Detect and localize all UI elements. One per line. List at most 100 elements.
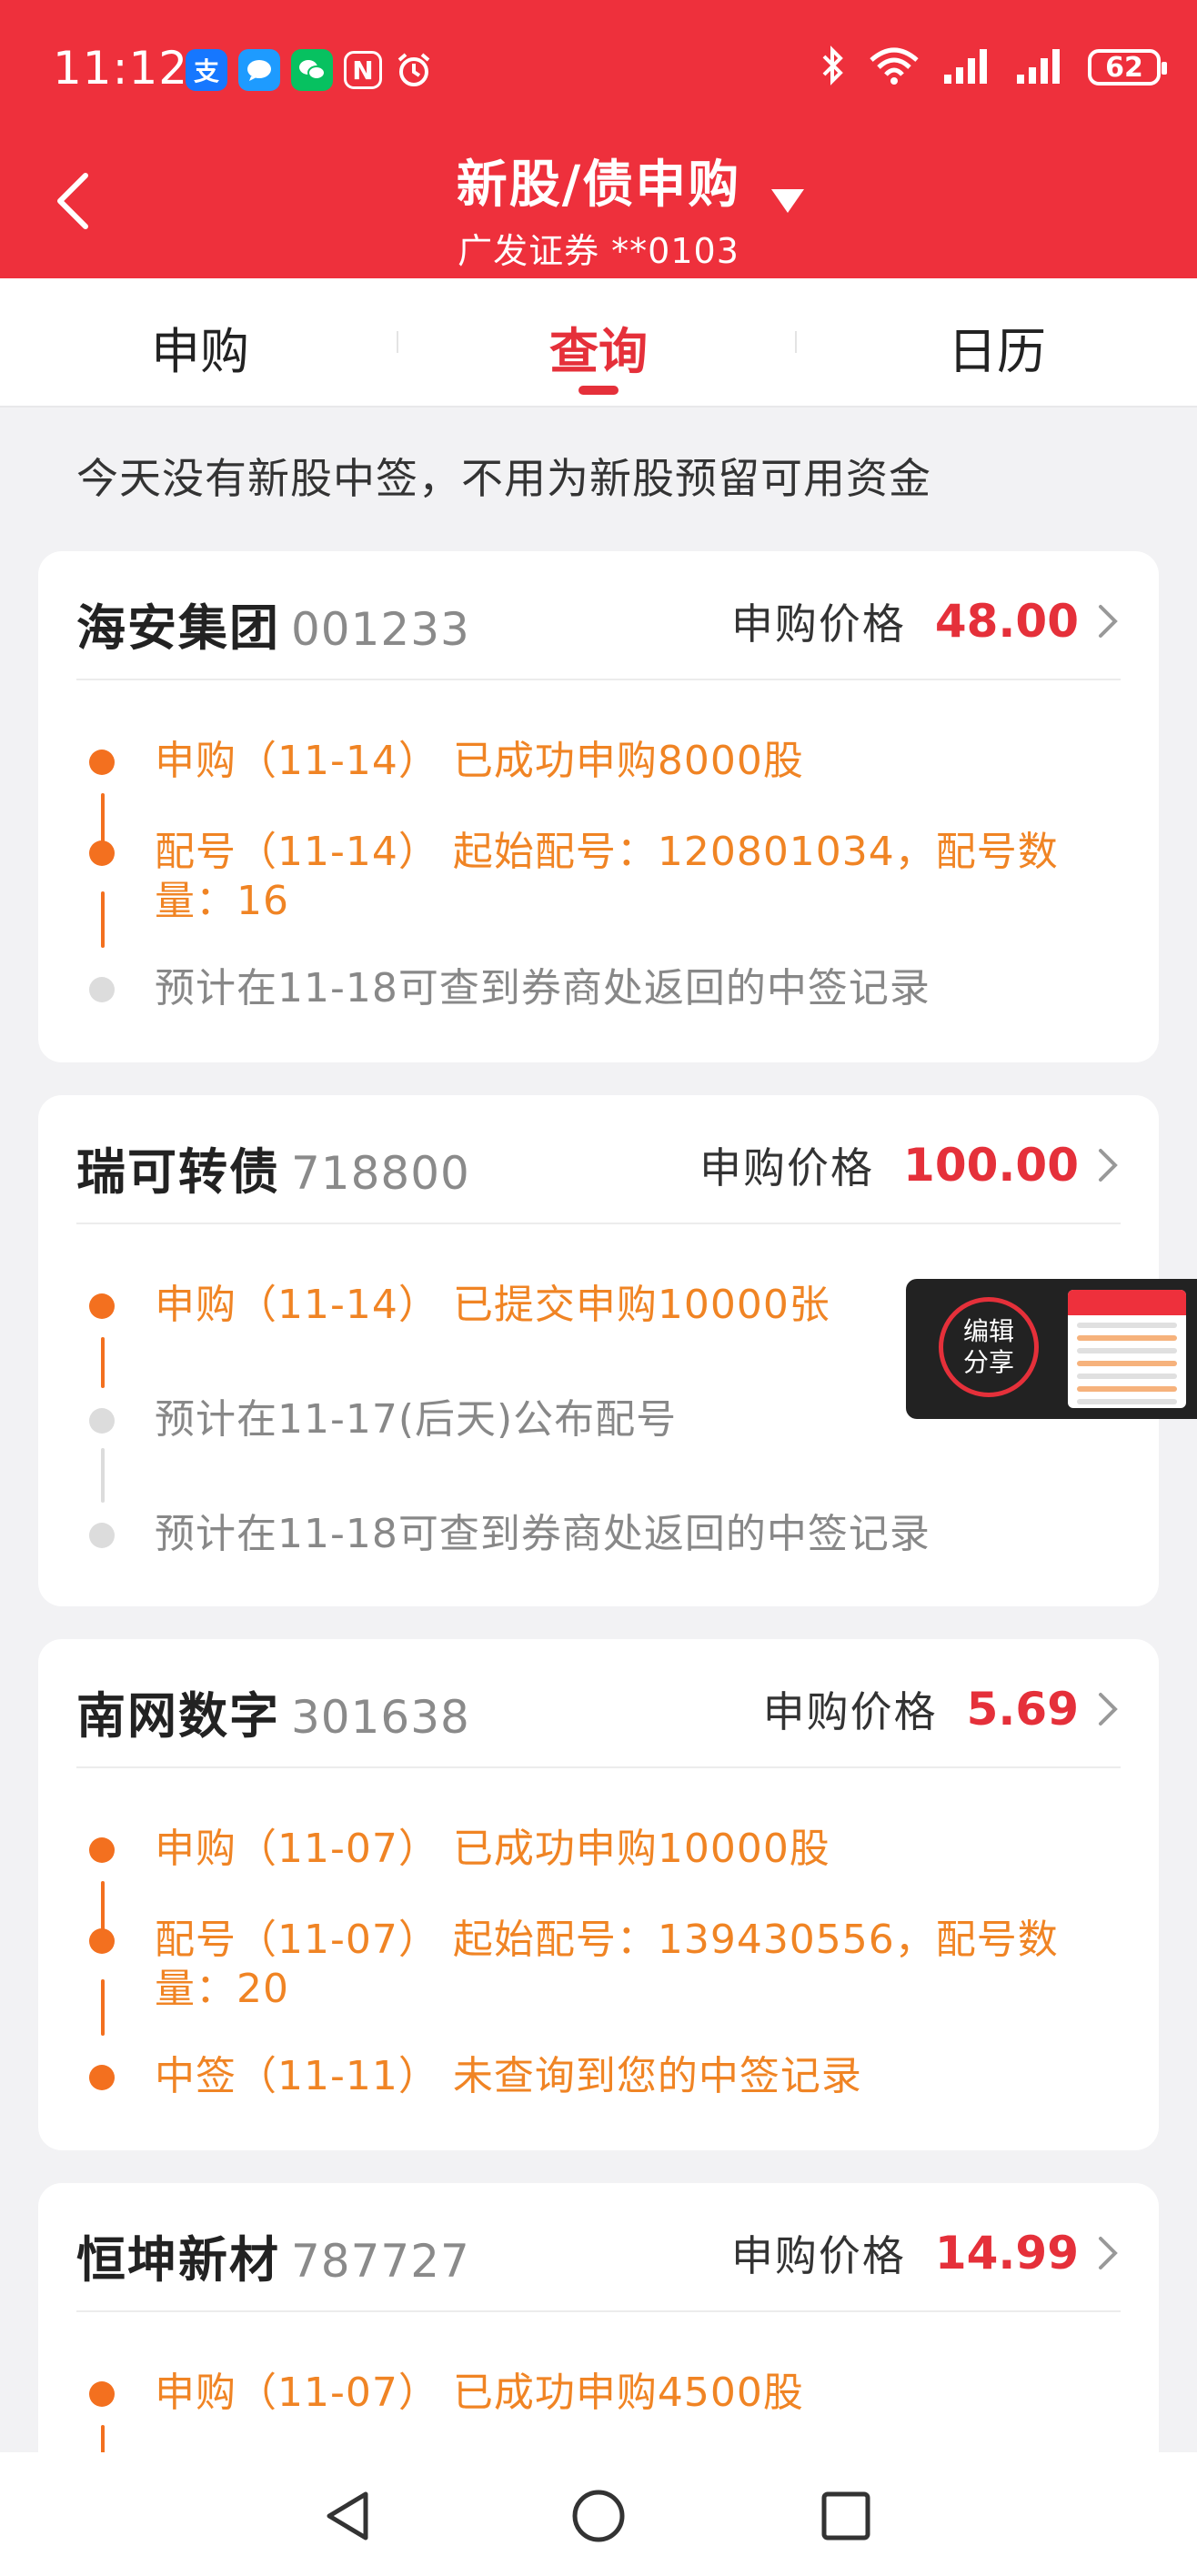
circle-home-icon xyxy=(572,2490,625,2542)
stock-name-row: 海安集团 001233 xyxy=(76,588,470,659)
timeline-connector xyxy=(101,1448,105,1503)
card-header[interactable]: 海安集团 001233 申购价格 48.00 xyxy=(38,551,1159,679)
card-header[interactable]: 南网数字 301638 申购价格 5.69 xyxy=(38,1639,1159,1766)
notice-text: 今天没有新股中签，不用为新股预留可用资金 xyxy=(76,454,931,503)
timeline-text: 预计在11-18可查到券商处返回的中签记录 xyxy=(155,965,930,1011)
timeline-dot xyxy=(89,1293,115,1319)
timeline-text: 配号（11-14） 起始配号：120801034，配号数量：16 xyxy=(155,829,1059,924)
bluetooth-icon xyxy=(819,45,846,89)
price-label: 申购价格 xyxy=(730,2231,906,2280)
timeline-item: 预计在11-18可查到券商处返回的中签记录 xyxy=(38,1510,1159,1559)
edit-share-line2: 分享 xyxy=(962,1347,1014,1377)
timeline-item: 配号（11-14） 起始配号：120801034，配号数量：16 xyxy=(38,828,1159,926)
price-block[interactable]: 申购价格 14.99 xyxy=(731,2223,1121,2283)
timeline-dot xyxy=(89,1408,115,1434)
price-value: 100.00 xyxy=(903,1139,1079,1192)
nfc-icon: N xyxy=(344,51,382,89)
timeline-text: 中签（11-11） 未查询到您的中签记录 xyxy=(155,2053,862,2099)
subscription-card[interactable]: 南网数字 301638 申购价格 5.69 申购（11-07） 已成功申购1000… xyxy=(38,1639,1159,2150)
chevron-right-icon xyxy=(1099,605,1118,638)
edit-share-button[interactable]: 编辑 分享 xyxy=(939,1297,1039,1397)
timeline-dot xyxy=(89,2065,115,2090)
notification-icons: 支 N xyxy=(186,49,435,91)
chevron-right-icon xyxy=(1099,1693,1118,1726)
stock-name-row: 南网数字 301638 xyxy=(76,1675,470,1747)
tab-divider xyxy=(397,331,398,353)
timeline-item: 配号（11-07） 起始配号：139430556，配号数量：20 xyxy=(38,1916,1159,2014)
account-subtitle: 广发证券 **0103 xyxy=(458,231,739,271)
timeline-dot xyxy=(89,977,115,1002)
tab-query[interactable]: 查询 xyxy=(462,311,735,383)
timeline-text: 配号（11-07） 起始配号：139430556，配号数量：20 xyxy=(155,1917,1059,2012)
stock-code: 718800 xyxy=(291,1147,470,1200)
thumbnail-line xyxy=(1077,1374,1177,1379)
timeline-item: 预计在11-18可查到券商处返回的中签记录 xyxy=(38,964,1159,1013)
edit-share-floating-panel[interactable]: 编辑 分享 xyxy=(906,1279,1197,1419)
stock-code: 301638 xyxy=(291,1691,470,1744)
thumbnail-header xyxy=(1068,1290,1186,1315)
price-value: 14.99 xyxy=(934,2227,1079,2279)
stock-name: 海安集团 xyxy=(76,599,280,657)
app-header: 11:12 支 N 62 新股/债申购 广发证券 **0103 xyxy=(0,0,1197,278)
thumbnail-line xyxy=(1077,1335,1177,1341)
price-value: 48.00 xyxy=(934,595,1079,648)
card-divider xyxy=(76,2310,1121,2312)
timeline-dot xyxy=(89,2381,115,2407)
alipay-icon: 支 xyxy=(186,49,227,91)
card-header[interactable]: 瑞可转债 718800 申购价格 100.00 xyxy=(38,1095,1159,1223)
tab-divider xyxy=(795,331,797,353)
timeline-dot xyxy=(89,1837,115,1863)
chevron-right-icon xyxy=(1099,1149,1118,1182)
timeline-dot xyxy=(89,1928,115,1954)
stock-name-row: 恒坤新材 787727 xyxy=(76,2219,470,2291)
stock-code: 001233 xyxy=(291,603,470,656)
price-label: 申购价格 xyxy=(699,1143,875,1192)
price-block[interactable]: 申购价格 100.00 xyxy=(699,1135,1121,1195)
timeline-item: 申购（11-07） 已成功申购10000股 xyxy=(38,1825,1159,1874)
thumbnail-line xyxy=(1077,1361,1177,1366)
wechat-icon xyxy=(291,49,333,91)
message-icon xyxy=(238,49,280,91)
title-block[interactable]: 新股/债申购 广发证券 **0103 xyxy=(0,144,1197,273)
caret-down-icon[interactable] xyxy=(770,187,806,215)
price-block[interactable]: 申购价格 48.00 xyxy=(731,591,1121,651)
card-header[interactable]: 恒坤新材 787727 申购价格 14.99 xyxy=(38,2183,1159,2310)
price-block[interactable]: 申购价格 5.69 xyxy=(763,1679,1121,1739)
nav-back-button[interactable] xyxy=(318,2487,377,2545)
page-title: 新股/债申购 xyxy=(456,156,741,215)
timeline-item: 申购（11-07） 已成功申购4500股 xyxy=(38,2369,1159,2418)
signal-icon-1 xyxy=(942,45,993,89)
thumbnail-line xyxy=(1077,1386,1177,1392)
tab-bar: 申购 查询 日历 xyxy=(0,278,1197,408)
timeline-dot xyxy=(89,1523,115,1548)
card-divider xyxy=(76,1223,1121,1224)
tab-calendar[interactable]: 日历 xyxy=(860,311,1133,383)
stock-code: 787727 xyxy=(291,2235,470,2288)
price-value: 5.69 xyxy=(966,1683,1079,1736)
screenshot-thumbnail[interactable] xyxy=(1068,1290,1186,1408)
subscription-card[interactable]: 海安集团 001233 申购价格 48.00 申购（11-14） 已成功申购800… xyxy=(38,551,1159,1062)
tab-subscribe[interactable]: 申购 xyxy=(64,311,337,383)
timeline-text: 预计在11-18可查到券商处返回的中签记录 xyxy=(155,1511,930,1557)
stock-name-row: 瑞可转债 718800 xyxy=(76,1132,470,1203)
price-label: 申购价格 xyxy=(730,599,906,649)
timeline-item: 申购（11-14） 已成功申购8000股 xyxy=(38,737,1159,786)
chevron-right-icon xyxy=(1099,2237,1118,2269)
edit-share-line1: 编辑 xyxy=(962,1316,1014,1346)
system-icons: 62 xyxy=(819,45,1167,89)
alarm-icon xyxy=(393,49,435,91)
thumbnail-line xyxy=(1077,1348,1177,1353)
timeline-text: 申购（11-07） 已成功申购4500股 xyxy=(155,2370,804,2416)
status-time: 11:12 xyxy=(53,42,189,95)
wifi-icon xyxy=(868,45,920,89)
timeline-item: 中签（11-11） 未查询到您的中签记录 xyxy=(38,2052,1159,2101)
timeline-dot xyxy=(89,750,115,775)
nav-recents-button[interactable] xyxy=(817,2487,875,2545)
price-label: 申购价格 xyxy=(762,1687,938,1736)
thumbnail-line xyxy=(1077,1399,1177,1404)
system-navigation-bar xyxy=(0,2452,1197,2576)
active-tab-indicator xyxy=(578,386,619,395)
timeline-text: 申购（11-07） 已成功申购10000股 xyxy=(155,1826,830,1872)
thumbnail-line xyxy=(1077,1323,1177,1328)
nav-home-button[interactable] xyxy=(569,2487,628,2545)
